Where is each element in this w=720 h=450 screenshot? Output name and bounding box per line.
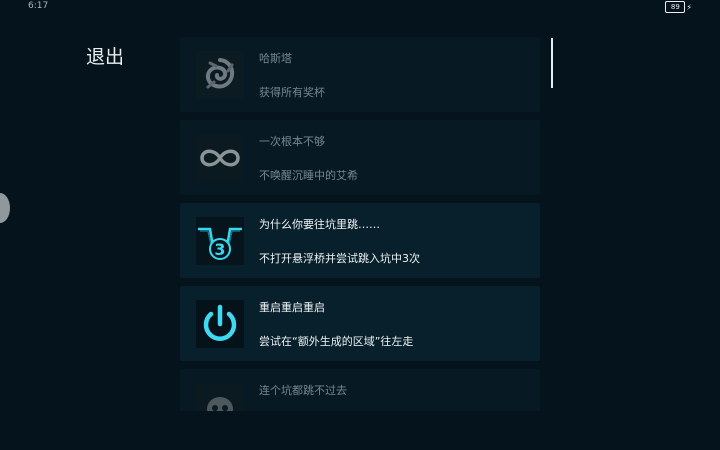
charging-icon: ⚡ (686, 2, 692, 12)
exit-button[interactable]: 退出 (86, 42, 124, 69)
achievement-item[interactable]: 一次根本不够 不唤醒沉睡中的艾希 (180, 120, 540, 195)
achievement-title: 哈斯塔 (259, 52, 292, 65)
achievement-description: 不唤醒沉睡中的艾希 (259, 169, 358, 182)
achievement-description: 获得所有奖杯 (259, 86, 325, 99)
achievement-item[interactable]: 3 为什么你要往坑里跳…… 不打开悬浮桥并尝试跳入坑中3次 (180, 203, 540, 278)
scrollbar[interactable] (551, 38, 553, 88)
achievement-item[interactable]: 重启重启重启 尝试在“额外生成的区域”往左走 (180, 286, 540, 361)
status-time: 6:17 (28, 1, 49, 11)
achievement-item[interactable]: 连个坑都跳不过去 (180, 369, 540, 411)
skull-icon (196, 383, 244, 411)
status-bar: 6:17 89 ⚡ (0, 0, 720, 14)
pit-three-icon: 3 (196, 217, 244, 265)
battery-indicator: 89 ⚡ (665, 1, 692, 13)
achievement-title: 连个坑都跳不过去 (259, 384, 347, 397)
achievement-title: 为什么你要往坑里跳…… (259, 218, 380, 231)
swirl-icon (196, 51, 244, 99)
achievement-description: 不打开悬浮桥并尝试跳入坑中3次 (259, 252, 420, 265)
achievement-list[interactable]: 哈斯塔 获得所有奖杯 一次根本不够 不唤醒沉睡中的艾希 3 为什么你要往坑里跳…… (180, 37, 540, 411)
power-icon (196, 300, 244, 348)
achievement-item[interactable]: 哈斯塔 获得所有奖杯 (180, 37, 540, 112)
achievement-title: 重启重启重启 (259, 301, 325, 314)
infinity-icon (196, 134, 244, 182)
achievement-description: 尝试在“额外生成的区域”往左走 (259, 335, 414, 348)
badge-number: 3 (214, 240, 225, 259)
side-drawer-handle[interactable] (0, 193, 10, 223)
battery-level: 89 (665, 1, 686, 13)
achievement-title: 一次根本不够 (259, 135, 325, 148)
